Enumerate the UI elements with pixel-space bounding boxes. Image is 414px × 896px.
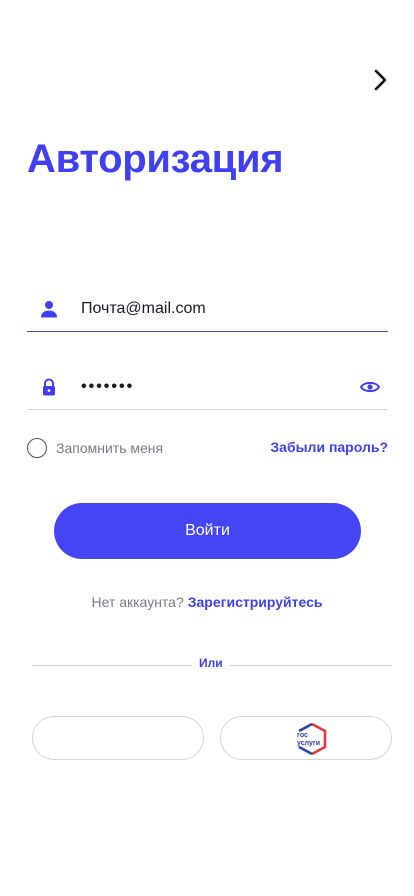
gosuslugi-emblem-icon: [298, 722, 327, 756]
gosuslugi-logo-line1: гос: [297, 732, 308, 739]
no-account-text: Нет аккаунта?: [91, 594, 184, 610]
forgot-password-link[interactable]: Забыли пароль?: [270, 439, 388, 455]
gosuslugi-logo: гос услуги: [295, 722, 329, 756]
remember-radio[interactable]: [27, 438, 47, 458]
page-title: Авторизация: [27, 137, 284, 181]
register-row: Нет аккаунта? Зарегистрируйтесь: [0, 594, 414, 610]
lock-icon: [43, 378, 55, 396]
email-field[interactable]: Почта@mail.com: [27, 286, 388, 332]
user-icon: [41, 301, 57, 318]
password-underline: [27, 409, 388, 410]
chevron-right-icon: [374, 69, 387, 91]
gosuslugi-logo-line2: услуги: [297, 740, 321, 747]
login-button[interactable]: Войти: [54, 503, 361, 559]
email-underline: [27, 330, 388, 332]
divider-left: [32, 665, 192, 666]
divider-right: [230, 665, 392, 666]
password-field[interactable]: •••••••: [27, 364, 388, 410]
divider-label: Или: [199, 656, 223, 670]
next-button[interactable]: [366, 64, 396, 96]
register-link[interactable]: Зарегистрируйтесь: [188, 594, 323, 610]
remember-label: Запомнить меня: [56, 440, 164, 456]
password-value[interactable]: •••••••: [81, 378, 134, 396]
email-value[interactable]: Почта@mail.com: [81, 300, 206, 318]
social-login-button[interactable]: [32, 716, 204, 760]
gosuslugi-login-button[interactable]: гос услуги: [220, 716, 392, 760]
remember-me[interactable]: Запомнить меня: [27, 437, 163, 459]
eye-icon[interactable]: [360, 380, 380, 394]
